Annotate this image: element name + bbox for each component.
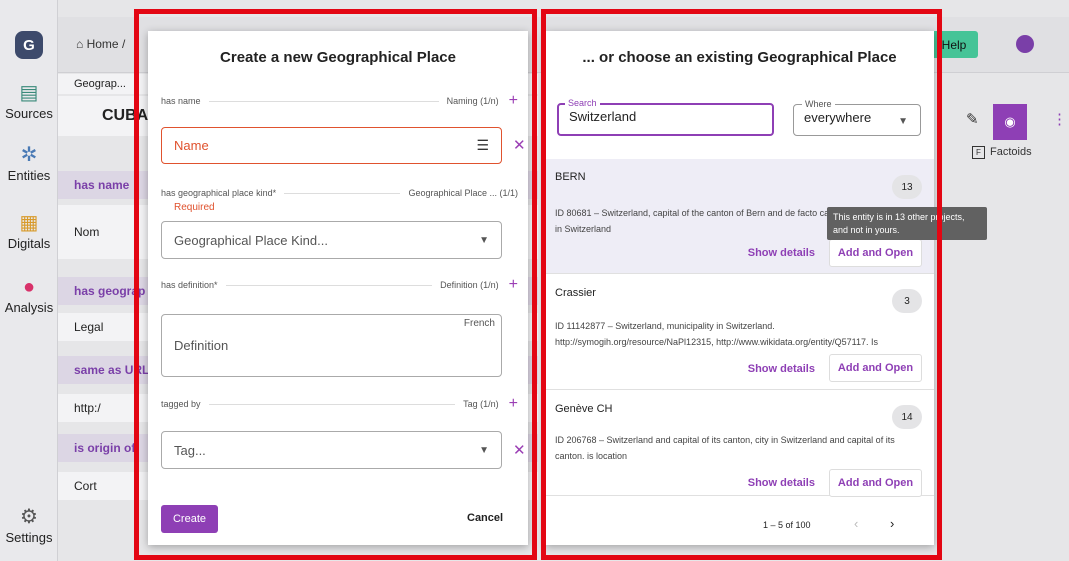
annotation-frame-right <box>541 9 942 560</box>
document-icon: ▦ <box>19 212 39 234</box>
book-icon: ▤ <box>19 82 39 104</box>
sidebar-item-label: Digitals <box>7 236 51 251</box>
sidebar-item-entities[interactable]: ✲ Entities <box>0 144 58 183</box>
sidebar-item-label: Settings <box>5 530 53 545</box>
sidebar: G ▤ Sources ✲ Entities ▦ Digitals ● Anal… <box>0 0 58 561</box>
breadcrumb[interactable]: ⌂ Home / <box>76 37 125 51</box>
app-logo[interactable]: G <box>15 31 43 59</box>
user-icon[interactable] <box>1016 35 1034 53</box>
more-icon[interactable]: ⋮ <box>1052 110 1067 128</box>
factoids-toggle[interactable]: F Factoids <box>972 146 1032 159</box>
sidebar-item-label: Entities <box>7 168 51 183</box>
sidebar-item-analysis[interactable]: ● Analysis <box>0 276 58 315</box>
eye-icon[interactable]: ◉ <box>993 104 1027 140</box>
analysis-icon: ● <box>22 276 36 298</box>
sidebar-item-label: Sources <box>5 106 53 121</box>
entity-tools: ✎ ◉ ⋮ <box>950 104 1069 140</box>
home-icon: ⌂ <box>76 37 84 51</box>
edit-icon[interactable]: ✎ <box>966 110 979 128</box>
network-icon: ✲ <box>20 144 38 166</box>
sidebar-item-label: Analysis <box>4 300 54 315</box>
annotation-frame-left <box>134 9 537 560</box>
sidebar-item-digitals[interactable]: ▦ Digitals <box>0 212 58 251</box>
gears-icon: ⚙ <box>20 506 38 528</box>
sidebar-item-settings[interactable]: ⚙ Settings <box>0 506 58 545</box>
sidebar-item-sources[interactable]: ▤ Sources <box>0 82 58 121</box>
breadcrumb-home[interactable]: Home <box>87 37 119 51</box>
factoids-icon: F <box>972 146 985 159</box>
